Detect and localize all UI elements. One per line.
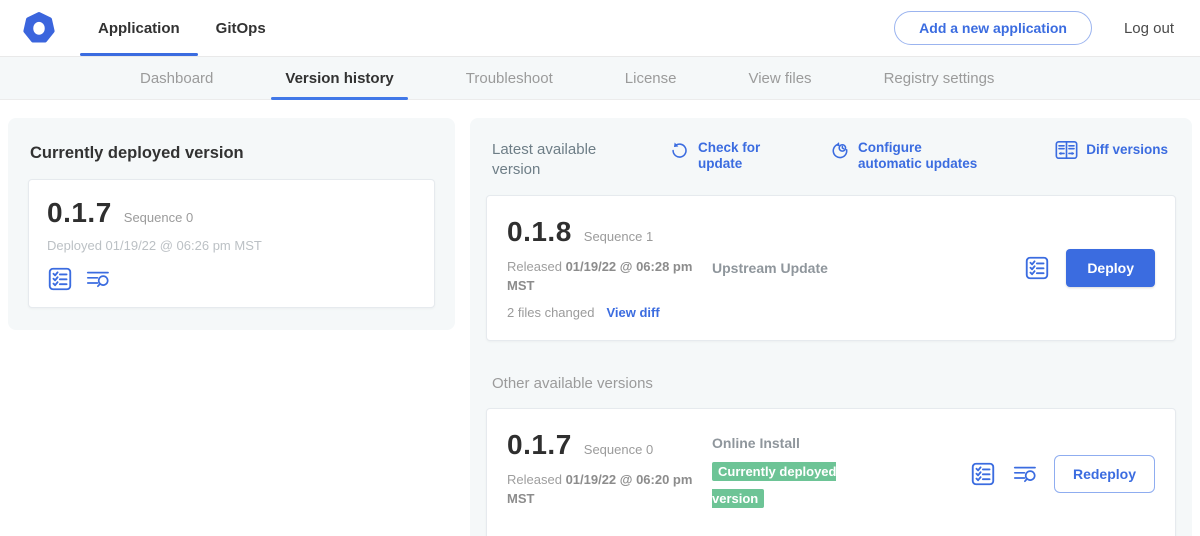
logout-link[interactable]: Log out [1124,20,1174,37]
view-diff-link[interactable]: View diff [606,305,659,320]
deployed-timestamp: Deployed 01/19/22 @ 06:26 pm MST [47,238,416,253]
subnav-dashboard-label: Dashboard [140,70,213,87]
latest-available-title: Latest available version [492,140,624,179]
other-version-source: Online Install [712,435,854,451]
current-sequence-label: Sequence 0 [124,210,193,225]
other-version-card: 0.1.7 Sequence 0 Released 01/19/22 @ 06:… [486,408,1176,536]
other-version-info: 0.1.7 Sequence 0 Released 01/19/22 @ 06:… [507,429,712,519]
latest-version-source: Upstream Update [712,260,828,276]
view-logs-icon[interactable] [1012,461,1038,487]
other-available-versions-title: Other available versions [492,375,1176,392]
files-changed-label: 2 files changed [507,305,594,320]
add-new-application-button[interactable]: Add a new application [894,11,1092,45]
configure-automatic-updates-link[interactable]: Configure automatic updates [830,140,988,173]
available-versions-panel: Latest available version Check for updat… [470,118,1192,536]
view-logs-icon[interactable] [85,266,111,292]
view-config-icon[interactable] [1024,255,1050,281]
subnav-item-dashboard[interactable]: Dashboard [118,57,235,99]
subnav-item-view-files[interactable]: View files [726,57,833,99]
other-version-number: 0.1.7 [507,429,572,461]
version-history-content: Currently deployed version 0.1.7 Sequenc… [0,100,1200,536]
tab-application-label: Application [98,20,180,37]
version-row: 0.1.7 Sequence 0 [507,429,712,461]
released-timestamp: Released 01/19/22 @ 06:20 pm MST [507,471,707,509]
redeploy-button[interactable]: Redeploy [1054,455,1155,493]
subnav-license-label: License [625,70,677,87]
subnav-version-history-label: Version history [285,70,393,87]
tab-gitops[interactable]: GitOps [198,0,284,56]
app-subnav: Dashboard Version history Troubleshoot L… [0,56,1200,100]
diff-icon [1055,140,1078,160]
view-config-icon[interactable] [47,266,73,292]
version-row: 0.1.7 Sequence 0 [47,197,416,229]
tab-gitops-label: GitOps [216,20,266,37]
header-tabs: Application GitOps [80,0,284,56]
current-version-actions [47,266,416,292]
currently-deployed-title: Currently deployed version [30,144,435,163]
currently-deployed-badge-wrap: Currently deployed version [712,459,854,512]
other-sequence-label: Sequence 0 [584,442,653,457]
refresh-icon [670,141,690,161]
latest-version-info: 0.1.8 Sequence 1 Released 01/19/22 @ 06:… [507,216,712,320]
latest-version-card: 0.1.8 Sequence 1 Released 01/19/22 @ 06:… [486,195,1176,341]
files-changed-row: 2 files changed View diff [507,305,712,320]
other-version-source-block: Online Install Currently deployed versio… [712,435,854,512]
subnav-registry-settings-label: Registry settings [884,70,995,87]
subnav-item-version-history[interactable]: Version history [263,57,415,99]
deploy-button[interactable]: Deploy [1066,249,1155,287]
currently-deployed-panel: Currently deployed version 0.1.7 Sequenc… [8,118,455,330]
currently-deployed-card: 0.1.7 Sequence 0 Deployed 01/19/22 @ 06:… [28,179,435,308]
view-config-icon[interactable] [970,461,996,487]
latest-version-actions: Deploy [1024,216,1155,320]
subnav-view-files-label: View files [748,70,811,87]
subnav-item-troubleshoot[interactable]: Troubleshoot [444,57,575,99]
check-for-update-label: Check for update [698,140,768,173]
check-for-update-link[interactable]: Check for update [670,140,768,173]
released-prefix: Released [507,472,562,487]
subnav-item-registry-settings[interactable]: Registry settings [862,57,1017,99]
tab-application[interactable]: Application [80,0,198,56]
version-row: 0.1.8 Sequence 1 [507,216,712,248]
released-prefix: Released [507,259,562,274]
configure-automatic-updates-label: Configure automatic updates [858,140,988,173]
available-versions-header: Latest available version Check for updat… [486,134,1176,179]
current-version-number: 0.1.7 [47,197,112,229]
other-version-actions: Redeploy [970,429,1155,519]
auto-update-icon [830,141,850,161]
subnav-troubleshoot-label: Troubleshoot [466,70,553,87]
currently-deployed-badge: Currently deployed version [712,462,836,507]
diff-versions-label: Diff versions [1086,142,1168,158]
released-timestamp: Released 01/19/22 @ 06:28 pm MST [507,258,707,296]
app-logo-icon [22,11,56,45]
latest-version-number: 0.1.8 [507,216,572,248]
diff-versions-link[interactable]: Diff versions [1055,140,1168,160]
subnav-item-license[interactable]: License [603,57,699,99]
top-header: Application GitOps Add a new application… [0,0,1200,56]
latest-sequence-label: Sequence 1 [584,229,653,244]
